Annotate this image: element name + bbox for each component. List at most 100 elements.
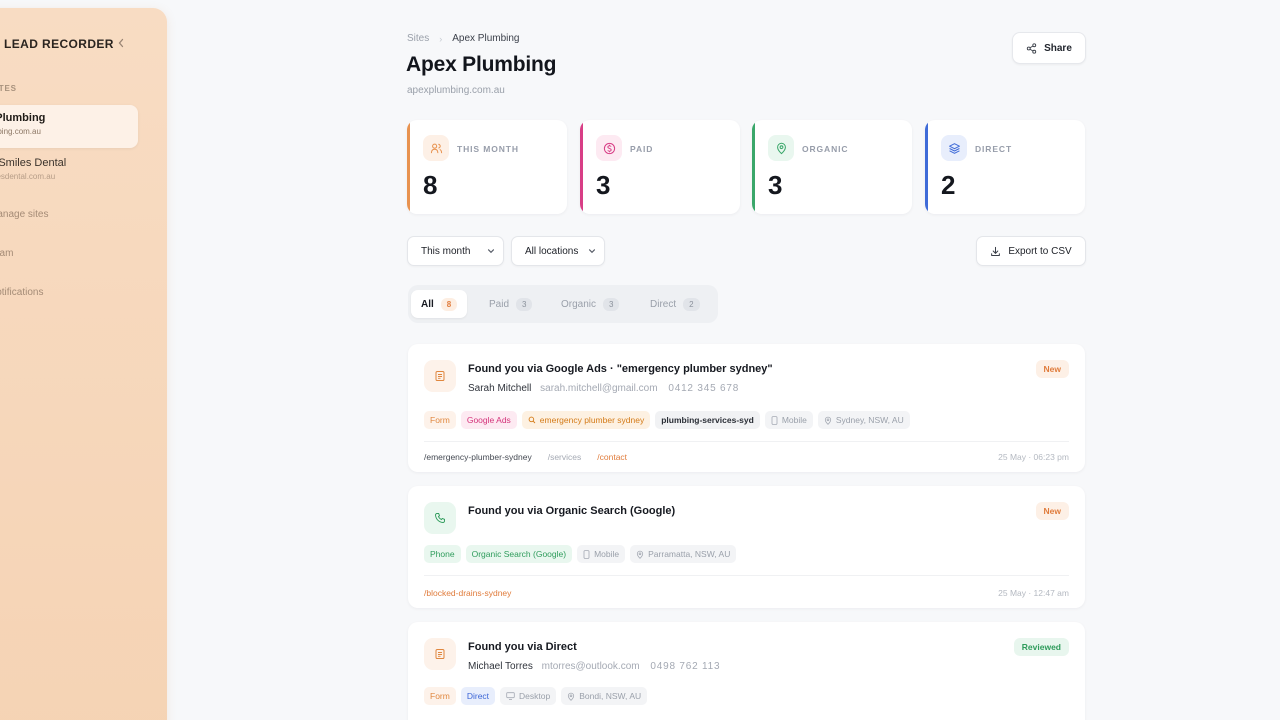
- device-text: Mobile: [594, 549, 620, 559]
- type-chip: Form: [424, 687, 456, 705]
- page-path[interactable]: /contact: [597, 452, 627, 462]
- lead-card[interactable]: Found you via Google Ads · "emergency pl…: [408, 344, 1085, 472]
- lead-chips: Form Direct Desktop Bondi, NSW, AU: [424, 687, 648, 705]
- breadcrumb-sites-link[interactable]: Sites: [407, 33, 429, 44]
- stat-label: THIS MONTH: [457, 144, 519, 154]
- share-button[interactable]: Share: [1012, 32, 1086, 64]
- source-tabs: All 8 Paid 3 Organic 3 Direct 2: [408, 285, 718, 323]
- site-url: plumbing.com.au: [0, 127, 41, 136]
- stat-card-organic: ORGANIC 3: [752, 120, 912, 214]
- site-name: ex Plumbing: [0, 112, 46, 124]
- form-icon: [424, 360, 456, 392]
- tab-count: 2: [683, 297, 700, 311]
- sidebar: LEAD RECORDER R SITES ex Plumbing plumbi…: [0, 8, 167, 720]
- lead-contact: Sarah Mitchell sarah.mitchell@gmail.com …: [468, 383, 739, 394]
- location-select-value: All locations: [525, 245, 579, 257]
- chevron-left-icon: [118, 38, 124, 48]
- site-name: ght Smiles Dental: [0, 157, 67, 169]
- lead-contact: Michael Torres mtorres@outlook.com 0498 …: [468, 661, 720, 672]
- share-icon: [1026, 42, 1037, 54]
- lead-card[interactable]: Found you via Organic Search (Google) Ne…: [408, 486, 1085, 608]
- accent-bar: [925, 120, 928, 214]
- stat-value: 2: [941, 170, 956, 200]
- stat-label: ORGANIC: [802, 144, 849, 154]
- page-path[interactable]: /services: [548, 452, 582, 462]
- export-label: Export to CSV: [1008, 245, 1072, 257]
- source-chip: Direct: [460, 687, 496, 705]
- location-text: Sydney, NSW, AU: [835, 415, 904, 425]
- site-url: tsmilesdental.com.au: [0, 172, 56, 181]
- location-select[interactable]: All locations: [511, 236, 605, 266]
- users-icon: [423, 135, 449, 161]
- lead-timestamp: 25 May · 06:23 pm: [998, 452, 1069, 462]
- stat-value: 8: [423, 170, 438, 200]
- lead-name: Michael Torres: [468, 661, 533, 672]
- keyword-chip: emergency plumber sydney: [521, 411, 651, 429]
- map-pin-icon: [568, 692, 575, 701]
- phone-icon: [424, 502, 456, 534]
- source-chip: Organic Search (Google): [465, 545, 573, 563]
- tab-organic[interactable]: Organic 3: [551, 290, 629, 318]
- tab-label: Paid: [489, 298, 510, 310]
- sidebar-site-apex-plumbing[interactable]: ex Plumbing plumbing.com.au: [0, 105, 138, 148]
- tab-label: All: [421, 298, 434, 310]
- keyword-text: emergency plumber sydney: [539, 415, 645, 425]
- lead-phone[interactable]: 0412 345 678: [668, 383, 739, 394]
- stat-value: 3: [768, 170, 783, 200]
- tab-all[interactable]: All 8: [411, 290, 468, 318]
- sidebar-item-manage-sites[interactable]: Manage sites: [0, 209, 48, 220]
- brand: LEAD RECORDER: [0, 35, 114, 53]
- tab-direct[interactable]: Direct 2: [640, 290, 710, 318]
- stat-label: DIRECT: [975, 144, 1013, 154]
- breadcrumb-current: Apex Plumbing: [452, 33, 520, 44]
- tab-label: Direct: [650, 298, 677, 310]
- brand-title: LEAD RECORDER: [4, 37, 114, 51]
- source-chip: Google Ads: [460, 411, 517, 429]
- form-icon: [424, 638, 456, 670]
- breadcrumb: Sites › Apex Plumbing: [407, 33, 520, 44]
- device-text: Mobile: [781, 415, 807, 425]
- stat-value: 3: [596, 170, 611, 200]
- location-text: Bondi, NSW, AU: [579, 691, 642, 701]
- search-icon: [528, 416, 536, 424]
- sites-section-label: R SITES: [0, 84, 17, 93]
- export-csv-button[interactable]: Export to CSV: [976, 236, 1086, 266]
- sidebar-item-notifications[interactable]: Notifications: [0, 287, 43, 298]
- desktop-icon: [506, 692, 515, 700]
- lead-title: Found you via Organic Search (Google): [468, 505, 676, 517]
- location-text: Parramatta, NSW, AU: [648, 549, 731, 559]
- period-select[interactable]: This month: [407, 236, 504, 266]
- lead-email[interactable]: sarah.mitchell@gmail.com: [540, 383, 657, 394]
- device-chip: Desktop: [500, 687, 557, 705]
- lead-chips: Phone Organic Search (Google) Mobile Par…: [424, 545, 737, 563]
- lead-card[interactable]: Found you via Direct Michael Torres mtor…: [408, 622, 1085, 720]
- tab-count: 3: [516, 297, 533, 311]
- map-pin-icon: [637, 550, 644, 559]
- accent-bar: [580, 120, 583, 214]
- tab-paid[interactable]: Paid 3: [479, 290, 542, 318]
- accent-bar: [407, 120, 410, 214]
- layers-icon: [941, 135, 967, 161]
- divider: [424, 441, 1069, 442]
- chevron-down-icon: [588, 249, 596, 254]
- sidebar-site-bright-smiles-dental[interactable]: ght Smiles Dental tsmilesdental.com.au: [0, 150, 138, 188]
- collapse-sidebar-button[interactable]: [114, 35, 128, 51]
- period-select-value: This month: [421, 245, 471, 257]
- status-badge: New: [1035, 502, 1069, 520]
- device-chip: Mobile: [764, 411, 813, 429]
- lead-name: Sarah Mitchell: [468, 383, 532, 394]
- device-text: Desktop: [519, 691, 551, 701]
- page-path[interactable]: /emergency-plumber-sydney: [424, 452, 532, 462]
- location-chip: Bondi, NSW, AU: [561, 687, 648, 705]
- stat-card-direct: DIRECT 2: [925, 120, 1085, 214]
- mobile-icon: [583, 549, 590, 559]
- map-pin-icon: [768, 135, 794, 161]
- campaign-chip: plumbing-services-syd: [655, 411, 760, 429]
- sidebar-item-team[interactable]: Team: [0, 248, 13, 259]
- location-chip: Sydney, NSW, AU: [817, 411, 910, 429]
- lead-phone[interactable]: 0498 762 113: [650, 661, 720, 672]
- page-path[interactable]: /blocked-drains-sydney: [424, 588, 511, 598]
- device-chip: Mobile: [577, 545, 626, 563]
- lead-email[interactable]: mtorres@outlook.com: [542, 661, 640, 672]
- site-url: apexplumbing.com.au: [407, 85, 505, 96]
